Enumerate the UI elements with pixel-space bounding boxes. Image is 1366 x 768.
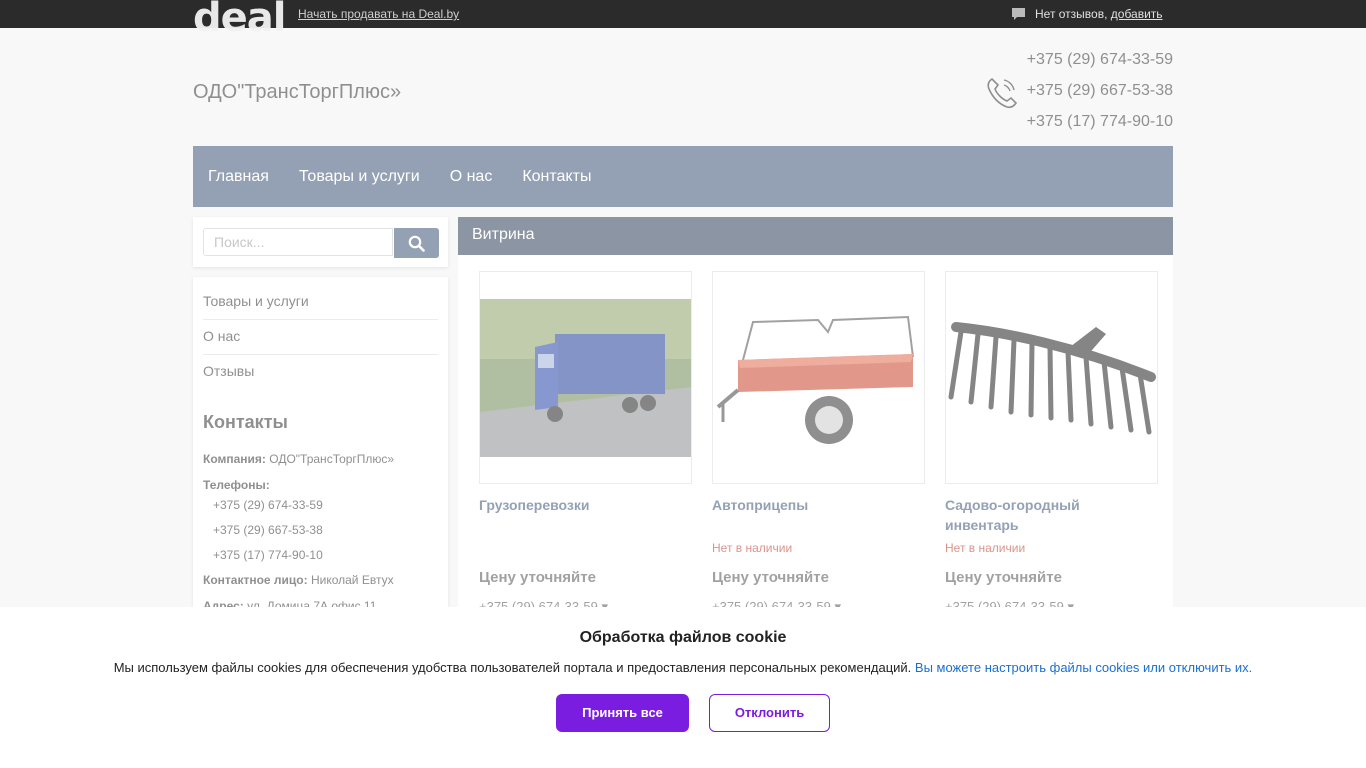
cookie-description: Мы используем файлы cookies для обеспече… — [113, 660, 912, 675]
top-bar: deal Начать продавать на Deal.by Нет отз… — [0, 0, 1366, 40]
accept-all-button[interactable]: Принять все — [556, 694, 689, 732]
cookie-settings-link[interactable]: Вы можете настроить файлы cookies или от… — [915, 660, 1252, 675]
cookie-backdrop — [0, 28, 1366, 607]
comment-icon — [1012, 8, 1025, 20]
add-review-link[interactable]: добавить — [1111, 7, 1163, 21]
reviews-widget: Нет отзывов, добавить — [1012, 7, 1163, 21]
cookie-text: Мы используем файлы cookies для обеспече… — [0, 660, 1366, 675]
start-selling-link[interactable]: Начать продавать на Deal.by — [298, 7, 459, 21]
cookie-title: Обработка файлов cookie — [579, 629, 787, 646]
cookie-banner: Обработка файлов cookie Мы используем фа… — [0, 607, 1366, 768]
decline-button[interactable]: Отклонить — [709, 694, 830, 732]
reviews-text: Нет отзывов, — [1035, 7, 1108, 21]
